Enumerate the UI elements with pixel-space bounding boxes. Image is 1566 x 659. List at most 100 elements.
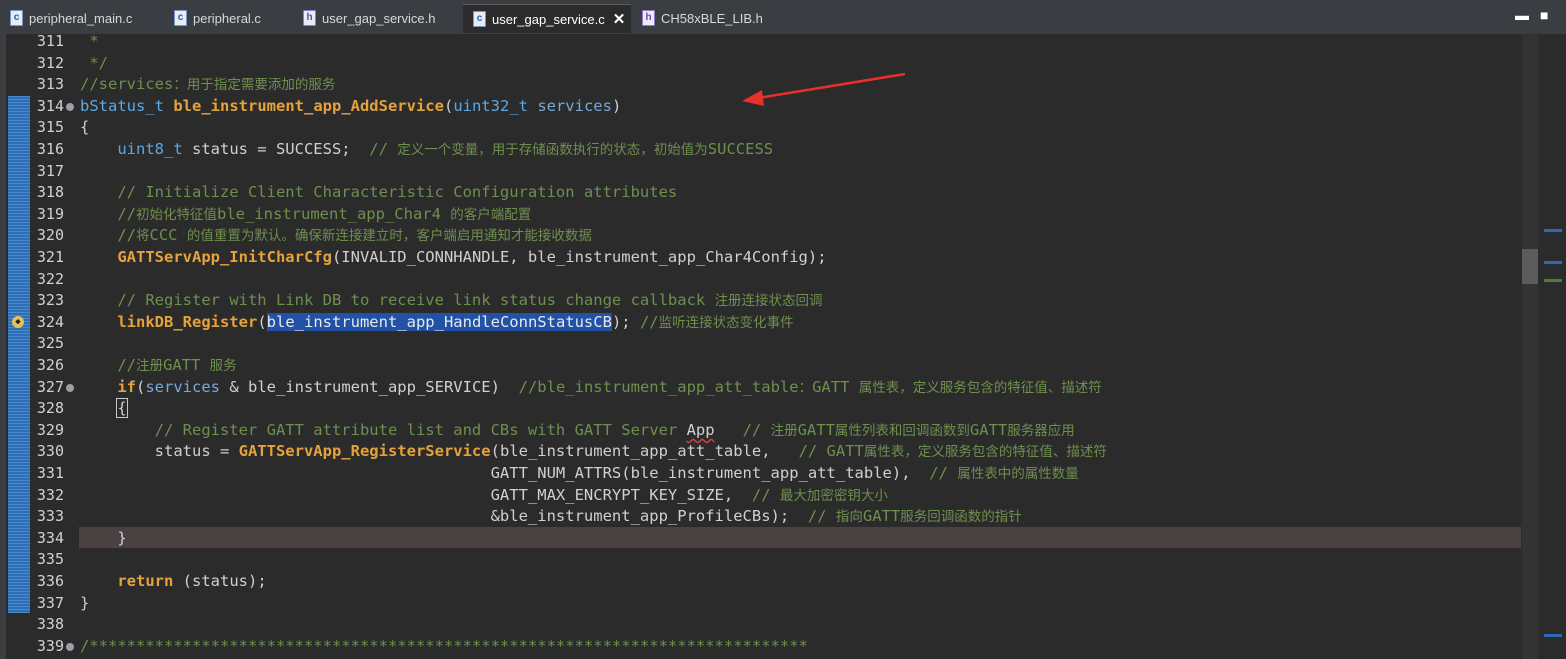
code-text: /***************************************…	[80, 636, 808, 658]
line-number: 321	[36, 248, 64, 266]
code-token: /***************************************…	[80, 636, 808, 655]
code-token: }	[80, 528, 127, 547]
code-text: linkDB_Register(ble_instrument_app_Handl…	[80, 312, 794, 335]
code-token: // Register GATT attribute list and CBs …	[154, 420, 687, 439]
code-line[interactable]: 317	[0, 161, 1520, 183]
code-token: //	[807, 507, 836, 526]
code-line[interactable]: 332 GATT_MAX_ENCRYPT_KEY_SIZE, // 最大加密密钥…	[0, 485, 1520, 507]
c-file-icon: c	[473, 11, 486, 27]
code-token: linkDB_Register	[117, 312, 258, 331]
code-token: (	[136, 377, 146, 396]
tab-ch58xble-lib-h[interactable]: h CH58xBLE_LIB.h	[632, 4, 772, 32]
fold-toggle-icon[interactable]	[66, 642, 74, 651]
overview-ruler	[1540, 34, 1566, 659]
code-token: 属性表中的属性数量	[957, 466, 1079, 482]
c-file-icon: c	[174, 10, 187, 26]
line-number: 325	[36, 334, 64, 353]
code-token: 注册连接状态回调	[714, 293, 823, 310]
annotation-arrow	[742, 72, 906, 106]
code-text: // Register GATT attribute list and CBs …	[80, 420, 1075, 443]
code-line[interactable]: 328 {	[0, 398, 1520, 420]
code-token: GATT	[163, 356, 210, 374]
code-line[interactable]: 320 //将CCC 的值重置为默认。确保新连接建立时，客户端启用通知才能接收数…	[0, 225, 1520, 247]
code-line[interactable]: 323 // Register with Link DB to receive …	[0, 290, 1520, 312]
code-line[interactable]: 338	[0, 614, 1520, 636]
vertical-scrollbar[interactable]	[1522, 34, 1538, 659]
code-token: 服务回调函数的指针	[900, 509, 1022, 526]
minimize-icon[interactable]: ▬	[1515, 7, 1529, 23]
code-token: ：	[798, 379, 813, 396]
code-token: & ble_instrument_app_SERVICE)	[220, 377, 519, 396]
code-text: }	[80, 593, 89, 615]
line-number: 328	[36, 399, 64, 418]
line-number: 327	[36, 377, 64, 396]
line-number: 336	[36, 572, 64, 590]
code-token: //	[117, 226, 136, 245]
code-token: bStatus_t	[80, 96, 164, 115]
tab-user-gap-service-h[interactable]: h user_gap_service.h	[293, 4, 461, 32]
code-token: return	[117, 572, 174, 590]
code-line[interactable]: 326 //注册GATT 服务	[0, 355, 1520, 377]
line-number: 314	[36, 96, 64, 115]
code-token: GATTServApp_RegisterService	[238, 442, 491, 461]
code-text: GATTServApp_InitCharCfg(INVALID_CONNHAND…	[80, 247, 827, 269]
code-line[interactable]: 318 // Initialize Client Characteristic …	[0, 182, 1520, 204]
tab-peripheral-c[interactable]: c peripheral.c	[164, 4, 292, 32]
line-number: 337	[36, 593, 64, 612]
line-number: 323	[36, 291, 64, 310]
code-line[interactable]: 325	[0, 333, 1520, 355]
code-token: {	[80, 118, 90, 137]
code-line[interactable]: 321 GATTServApp_InitCharCfg(INVALID_CONN…	[0, 247, 1520, 269]
code-line[interactable]: 335	[0, 549, 1520, 571]
code-line[interactable]: 315 {	[0, 117, 1520, 139]
tab-user-gap-service-c[interactable]: c user_gap_service.c ✕	[463, 4, 631, 33]
code-line[interactable]: 327 if(services & ble_instrument_app_SER…	[0, 377, 1520, 399]
code-token: 指向	[835, 509, 863, 526]
code-token: //	[369, 140, 398, 158]
code-line[interactable]: 337}	[0, 593, 1520, 615]
line-number: 335	[36, 550, 64, 569]
code-line[interactable]: 334 }	[0, 528, 1520, 550]
code-line[interactable]: 319 //初始化特征值ble_instrument_app_Char4 的客户…	[0, 204, 1520, 226]
editor-tab-bar: c peripheral_main.c c peripheral.c h use…	[0, 0, 1566, 35]
breakpoint-marker-icon[interactable]: ◆	[12, 315, 24, 328]
code-line[interactable]: 339 /************************************…	[0, 636, 1520, 658]
fold-toggle-icon[interactable]	[66, 102, 74, 111]
code-token: 初始化特征值	[136, 206, 217, 223]
tab-label: user_gap_service.c	[492, 11, 605, 27]
code-token: //ble_instrument_app_att_table	[518, 377, 799, 396]
code-token: (INVALID_CONNHANDLE, ble_instrument_app_…	[331, 248, 827, 266]
code-line[interactable]: 330 status = GATTServApp_RegisterService…	[0, 441, 1520, 463]
code-line[interactable]: 331 GATT_NUM_ATTRS(ble_instrument_app_at…	[0, 463, 1520, 485]
overview-marker[interactable]	[1544, 229, 1562, 232]
code-token: services	[145, 377, 220, 396]
code-editor[interactable]: 311 * 312 */313//services：用于指定需要添加的服务 314 b…	[0, 32, 1566, 659]
fold-toggle-icon[interactable]	[66, 383, 74, 392]
close-tab-icon[interactable]: ✕	[613, 10, 626, 28]
code-line[interactable]: 322	[0, 269, 1520, 291]
code-text: */	[80, 53, 108, 75]
c-file-icon: c	[10, 10, 23, 26]
code-token: GATTServApp_InitCharCfg	[117, 248, 332, 266]
code-line[interactable]: 333 &ble_instrument_app_ProfileCBs); // …	[0, 506, 1520, 528]
code-line[interactable]: 324 ◆ linkDB_Register(ble_instrument_app_…	[0, 312, 1520, 334]
code-token: uint32_t	[453, 96, 528, 115]
tab-peripheral-main-c[interactable]: c peripheral_main.c	[0, 4, 163, 32]
scrollbar-thumb[interactable]	[1522, 249, 1538, 284]
code-line[interactable]: 329 // Register GATT attribute list and …	[0, 420, 1520, 442]
code-token: //services	[80, 75, 174, 94]
code-token: GATT	[797, 420, 835, 439]
h-file-icon: h	[303, 10, 316, 26]
overview-marker[interactable]	[1544, 634, 1562, 637]
overview-marker[interactable]	[1544, 261, 1562, 264]
code-token: GATT	[812, 377, 859, 396]
overview-marker[interactable]	[1544, 279, 1562, 282]
code-line[interactable]: 316 uint8_t status = SUCCESS; // 定义一个变量，…	[0, 139, 1520, 161]
code-line[interactable]: 336 return (status);	[0, 571, 1520, 593]
maximize-icon[interactable]: ■	[1540, 7, 1548, 23]
